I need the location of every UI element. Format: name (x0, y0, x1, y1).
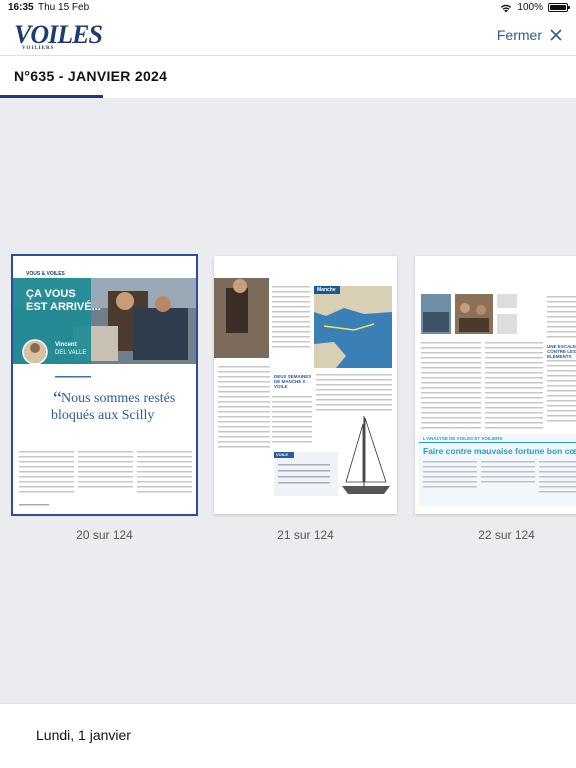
top-bar: VOILES VOILIERS Fermer (0, 18, 576, 56)
issue-title[interactable]: N°635 - JANVIER 2024 (14, 68, 167, 84)
status-time: 16:35 (8, 2, 34, 13)
page-label-20: 20 sur 124 (76, 528, 133, 542)
battery-percent: 100% (517, 2, 543, 13)
wifi-icon (501, 4, 512, 12)
issue-bar: N°635 - JANVIER 2024 (0, 56, 576, 98)
page-22-section-label: L'ANALYSE DE VOILES ET VOILIERS (423, 436, 503, 441)
battery-icon (548, 3, 570, 12)
page-20-author-last: DEL VALLE (55, 350, 87, 356)
page-21-specs-title: VOILE (276, 452, 289, 457)
page-thumbnail-21[interactable]: Manche DEUX SEMAINES DE MANCHE À VOILE V… (214, 256, 397, 514)
page-20-rubric: VOUS & VOILES (26, 271, 65, 277)
voiles-logo: VOILES VOILIERS (14, 20, 103, 51)
page-22-section-title: Faire contre mauvaise fortune bon cœur (423, 446, 576, 456)
page-20-quote-1: Nous sommes restés (61, 391, 176, 406)
page-21-box-title: DEUX SEMAINES DE MANCHE À VOILE (274, 374, 312, 389)
status-date: Thu 15 Feb (38, 2, 90, 13)
logo-subtitle: VOILIERS (22, 46, 55, 51)
bottom-bar: Lundi, 1 janvier (0, 703, 576, 768)
page-label-21: 21 sur 124 (277, 528, 334, 542)
close-button[interactable]: Fermer (497, 27, 562, 43)
page-thumbnail-20[interactable]: “ VOUS & VOILES ÇA VOUS EST ARRIVÉ... Vi… (11, 254, 198, 516)
close-label: Fermer (496, 27, 542, 43)
page-20-author-first: Vincent (55, 342, 77, 348)
page-label-22: 22 sur 124 (478, 528, 535, 542)
issue-date-label[interactable]: Lundi, 1 janvier (36, 727, 131, 743)
page-thumbnail-22[interactable]: UNE ESCALE CONTRE LES ÉLÉMENTS L'ANALYSE… (415, 256, 576, 514)
page-20-quote-2: bloqués aux Scilly (51, 408, 155, 423)
status-bar: 16:35 Thu 15 Feb 100% (0, 0, 576, 18)
page-carousel[interactable]: “ VOUS & VOILES ÇA VOUS EST ARRIVÉ... Vi… (0, 98, 576, 703)
close-icon (550, 29, 562, 41)
page-20-headline-1: ÇA VOUS (26, 288, 76, 300)
page-20-headline-2: EST ARRIVÉ... (26, 301, 101, 313)
page-22-content (415, 256, 576, 514)
page-21-map-title: Manche (317, 287, 336, 293)
page-22-side-heading: UNE ESCALE CONTRE LES ÉLÉMENTS (547, 344, 576, 359)
